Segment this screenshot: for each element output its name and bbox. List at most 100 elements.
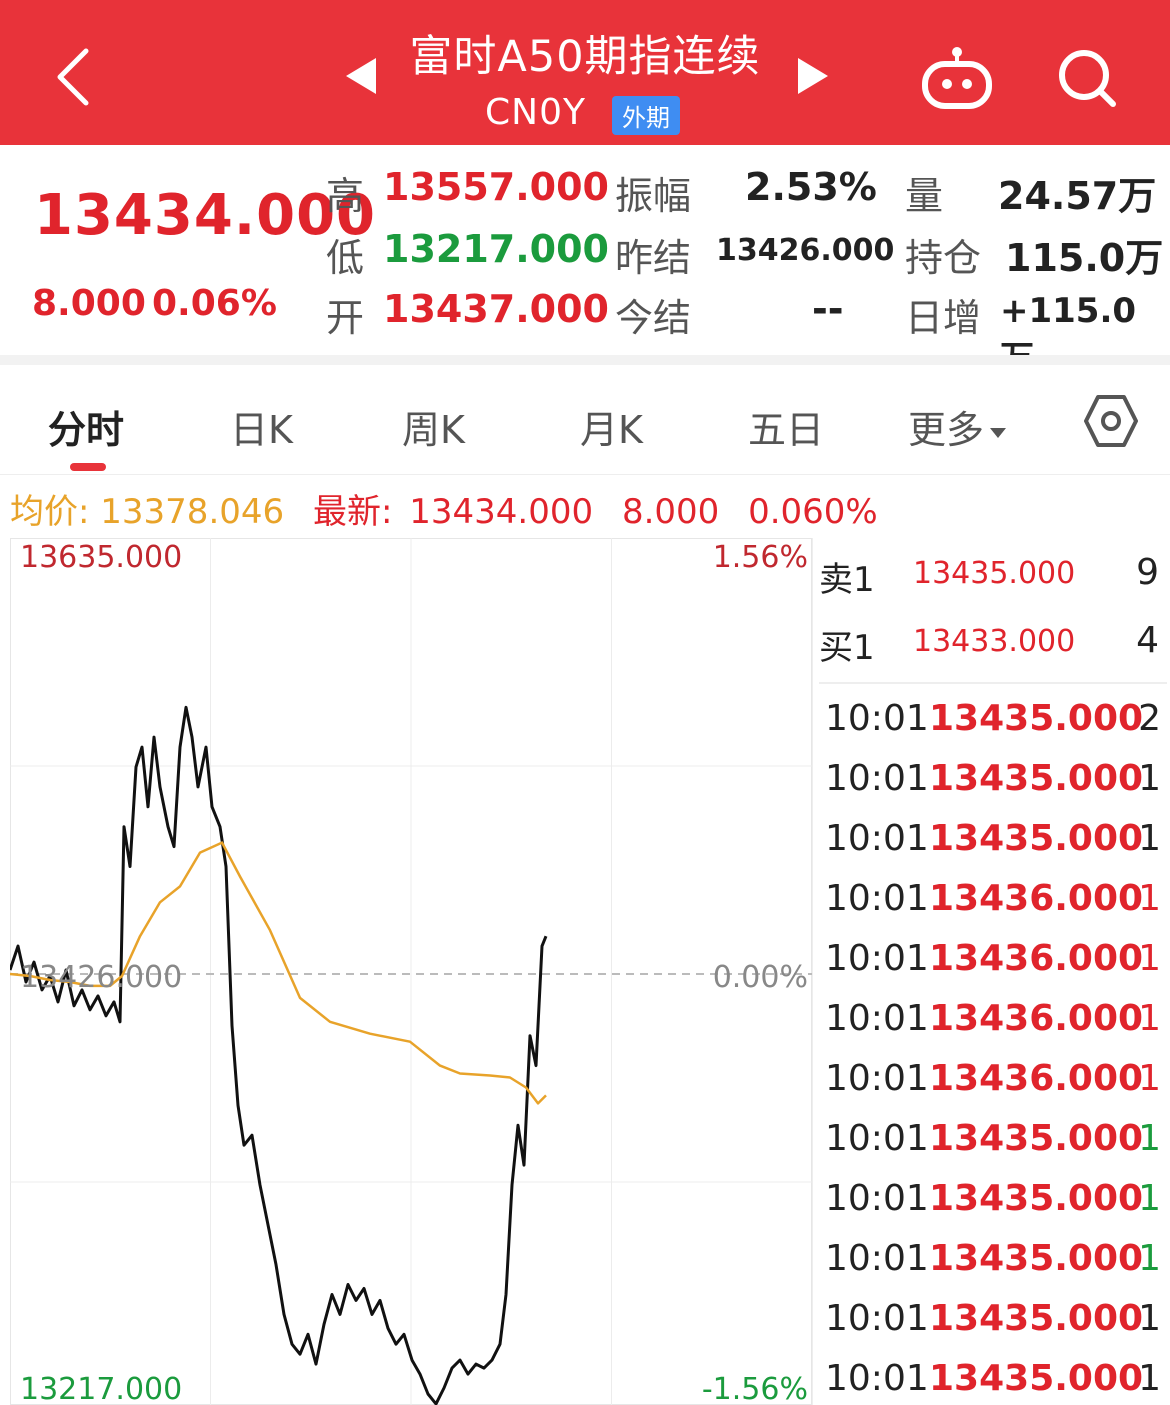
tick-time: 10:01 — [825, 998, 929, 1039]
tick-price: 13436.000 — [929, 1058, 1144, 1099]
tick-price: 13435.000 — [929, 1178, 1144, 1219]
tick-volume: 1 — [1138, 758, 1161, 799]
tick-row: 10:01 13435.000 1 — [819, 808, 1167, 868]
high-label: 高 — [326, 174, 365, 218]
market-badge: 外期 — [612, 96, 680, 135]
tick-time: 10:01 — [825, 1358, 929, 1399]
tick-volume: 2 — [1138, 698, 1161, 739]
high-value: 13557.000 — [383, 165, 609, 209]
order-book: 卖1 13435.000 9 买1 13433.000 4 10:01 13435… — [812, 538, 1170, 1405]
tick-row: 10:01 13435.000 2 — [819, 688, 1167, 748]
pct-mid-label: 0.00% — [712, 960, 808, 995]
tick-time: 10:01 — [825, 938, 929, 979]
tick-time: 10:01 — [825, 698, 929, 739]
bid-volume: 4 — [1136, 620, 1159, 661]
tick-row: 10:01 13436.000 1 — [819, 928, 1167, 988]
tab-daily-k[interactable]: 日K — [230, 399, 293, 454]
ask-volume: 9 — [1136, 552, 1159, 593]
tick-volume: 1 — [1138, 1358, 1161, 1399]
tick-row: 10:01 13436.000 1 — [819, 988, 1167, 1048]
tick-time: 10:01 — [825, 1058, 929, 1099]
y-mid-label: 13426.000 — [20, 960, 183, 995]
tick-volume: 1 — [1138, 1118, 1161, 1159]
tick-price: 13435.000 — [929, 1358, 1144, 1399]
tick-price: 13435.000 — [929, 698, 1144, 739]
open-value: 13437.000 — [383, 287, 609, 331]
latest-change-pct: 0.060% — [748, 492, 878, 532]
ask-label: 卖1 — [819, 560, 875, 600]
section-divider — [0, 355, 1170, 365]
tick-row: 10:01 13435.000 1 — [819, 1168, 1167, 1228]
tick-time: 10:01 — [825, 1238, 929, 1279]
price-change-pct: 0.06% — [152, 283, 277, 324]
back-icon[interactable] — [52, 45, 96, 109]
tick-time: 10:01 — [825, 1178, 929, 1219]
ask-price: 13435.000 — [913, 556, 1076, 591]
amplitude-label: 振幅 — [615, 174, 692, 218]
settings-icon[interactable] — [1084, 393, 1138, 449]
intraday-chart[interactable]: 13635.000 1.56% 13426.000 0.00% 13217.00… — [8, 538, 812, 1405]
tick-time: 10:01 — [825, 1118, 929, 1159]
last-price: 13434.000 — [34, 183, 376, 248]
tab-five-day[interactable]: 五日 — [748, 399, 824, 454]
pct-bottom-label: -1.56% — [701, 1372, 808, 1405]
tick-time: 10:01 — [825, 758, 929, 799]
top-bar: 富时A50期指连续 CN0Y 外期 — [0, 0, 1170, 145]
price-change: 8.000 — [32, 283, 146, 324]
daily-increase-label: 日增 — [905, 296, 982, 340]
prev-settle-value: 13426.000 — [716, 233, 895, 268]
low-label: 低 — [326, 236, 365, 280]
tab-more[interactable]: 更多 — [908, 399, 1007, 454]
tab-monthly-k[interactable]: 月K — [580, 399, 643, 454]
volume-value: 24.57万 — [998, 174, 1157, 218]
instrument-switcher: 富时A50期指连续 CN0Y 外期 — [340, 16, 840, 136]
tick-volume: 1 — [1138, 1238, 1161, 1279]
low-value: 13217.000 — [383, 227, 609, 271]
volume-label: 量 — [905, 174, 944, 218]
tick-row: 10:01 13435.000 1 — [819, 748, 1167, 808]
settle-value: -- — [812, 287, 844, 331]
search-icon[interactable] — [1055, 46, 1119, 110]
tab-weekly-k[interactable]: 周K — [402, 399, 465, 454]
tick-volume: 1 — [1138, 998, 1161, 1039]
y-bottom-label: 13217.000 — [20, 1372, 183, 1405]
intraday-info-line: 均价: 13378.046 最新: 13434.000 8.000 0.060% — [10, 484, 878, 533]
avg-price-label: 均价: — [10, 492, 90, 532]
pct-top-label: 1.56% — [712, 540, 808, 575]
tick-row: 10:01 13435.000 1 — [819, 1348, 1167, 1405]
active-tab-indicator — [70, 463, 106, 471]
tick-volume: 1 — [1138, 818, 1161, 859]
tick-row: 10:01 13435.000 1 — [819, 1288, 1167, 1348]
latest-label: 最新: — [312, 492, 393, 532]
tick-row: 10:01 13436.000 1 — [819, 1048, 1167, 1108]
tick-price: 13435.000 — [929, 758, 1144, 799]
tick-price: 13435.000 — [929, 1298, 1144, 1339]
tick-row: 10:01 13435.000 1 — [819, 1228, 1167, 1288]
latest-change: 8.000 — [621, 492, 720, 532]
tick-volume: 1 — [1138, 878, 1161, 919]
instrument-title: 富时A50期指连续 — [409, 32, 761, 82]
tick-time: 10:01 — [825, 1298, 929, 1339]
caret-down-icon — [990, 427, 1007, 438]
tick-time: 10:01 — [825, 878, 929, 919]
open-interest-value: 115.0万 — [1005, 236, 1164, 280]
avg-price-value: 13378.046 — [100, 492, 285, 532]
tick-price: 13435.000 — [929, 1238, 1144, 1279]
tick-price: 13436.000 — [929, 878, 1144, 919]
next-instrument-icon[interactable] — [798, 58, 828, 94]
tick-volume: 1 — [1138, 1298, 1161, 1339]
quote-summary: 13434.000 8.000 0.06% 高 13557.000 低 1321… — [0, 145, 1170, 379]
period-tabs: 分时 日K 周K 月K 五日 更多 — [0, 365, 1170, 475]
tab-intraday[interactable]: 分时 — [48, 399, 124, 454]
tick-volume: 1 — [1138, 1058, 1161, 1099]
bid-label: 买1 — [819, 628, 875, 668]
instrument-code: CN0Y — [485, 92, 586, 133]
open-label: 开 — [326, 296, 365, 340]
robot-icon[interactable] — [920, 44, 994, 110]
bid-row: 买1 13433.000 4 — [813, 610, 1170, 670]
latest-value: 13434.000 — [409, 492, 594, 532]
tick-price: 13436.000 — [929, 998, 1144, 1039]
bid-price: 13433.000 — [913, 624, 1076, 659]
open-interest-label: 持仓 — [905, 236, 982, 280]
ask-row: 卖1 13435.000 9 — [813, 542, 1170, 602]
